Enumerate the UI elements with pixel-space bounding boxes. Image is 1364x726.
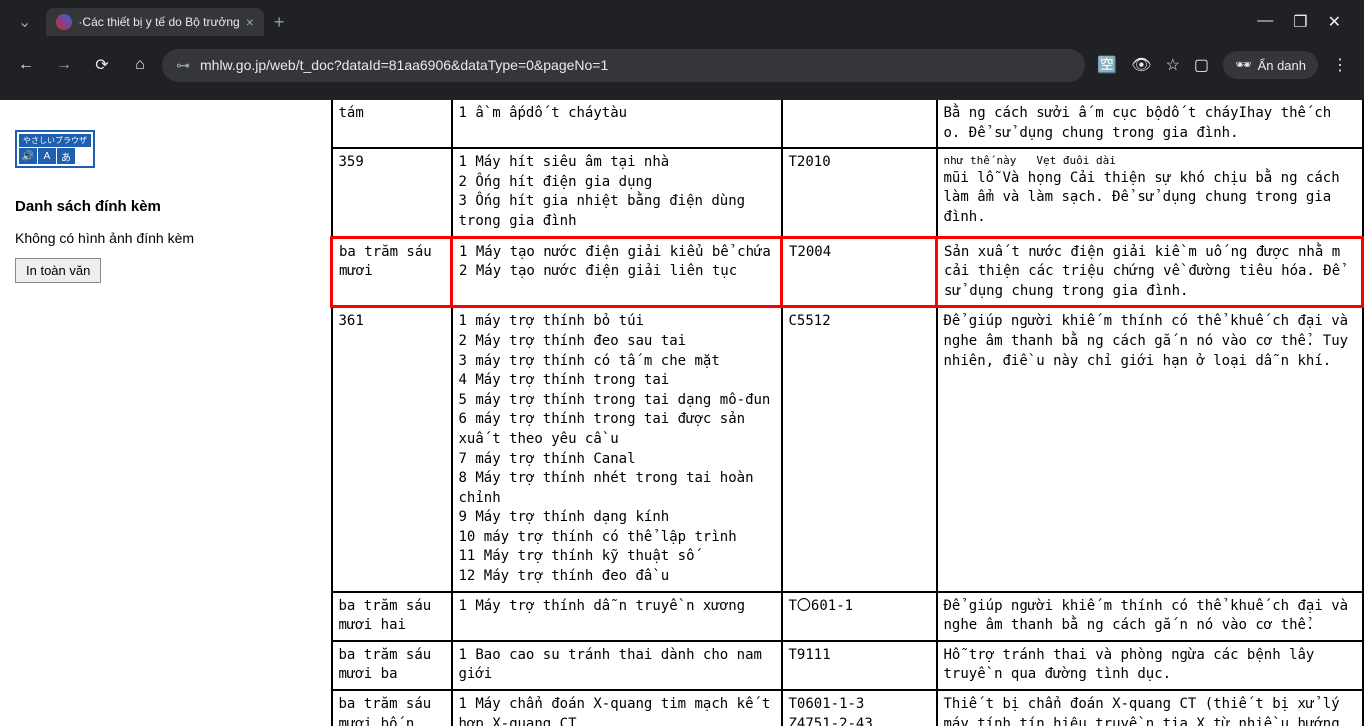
row-description: Để giúp người khiế m thính có thể khuế c… [937, 307, 1363, 592]
tab-favicon [56, 14, 72, 30]
window-controls: — ❐ ✕ [1257, 12, 1356, 32]
desc-annotation: như thế nàyVẹt đuôi dài [944, 153, 1356, 168]
row-description: như thế nàyVẹt đuôi dàimũi lỗ Và họng Cả… [937, 148, 1363, 237]
row-code: T0601-1-3 Z4751-2-43 Z4751-2-44 [782, 690, 937, 726]
reload-button[interactable]: ⟳ [86, 49, 118, 81]
tab-close-icon[interactable]: × [246, 14, 254, 30]
row-description: Bằ ng cách sưởi ấ m cục bộdố t cháyIhay … [937, 100, 1363, 148]
close-icon[interactable]: ✕ [1328, 12, 1341, 32]
row-code: T2010 [782, 148, 937, 237]
row-name: 1 Máy tạo nước điện giải kiểu bể chứa 2 … [452, 237, 782, 307]
row-description: Thiế t bị chẩn đoán X-quang CT (thiế t b… [937, 690, 1363, 726]
badge-label: やさしいブラウザ [19, 134, 91, 147]
incognito-label: Ẩn danh [1258, 58, 1306, 73]
address-bar: ← → ⟳ ⌂ ⊶ mhlw.go.jp/web/t_doc?dataId=81… [0, 40, 1364, 90]
row-name: 1 Bao cao su tránh thai dành cho nam giớ… [452, 641, 782, 690]
row-name: 1 Máy trợ thính dẫ n truyề n xương [452, 592, 782, 641]
tab-bar: ⌄ ·Các thiết bị y tế do Bộ trưởng × + — … [0, 0, 1364, 40]
url-bar[interactable]: ⊶ mhlw.go.jp/web/t_doc?dataId=81aa6906&d… [162, 49, 1085, 82]
row-description: Sản xuấ t nước điện giải kiề m uố ng đượ… [937, 237, 1363, 307]
url-text: mhlw.go.jp/web/t_doc?dataId=81aa6906&dat… [200, 57, 608, 73]
table-row: ba trăm sáu mươi hai1 Máy trợ thính dẫ n… [332, 592, 1363, 641]
accessibility-badge[interactable]: やさしいブラウザ 🔊 A あ [15, 130, 95, 168]
table-row: 3591 Máy hít siêu âm tại nhà 2 Ống hít đ… [332, 148, 1363, 237]
row-id: ba trăm sáu mươi hai [332, 592, 452, 641]
row-name: 1 Máy hít siêu âm tại nhà 2 Ống hít điện… [452, 148, 782, 237]
row-id: 359 [332, 148, 452, 237]
table-row: tám1 ầ m ấpdố t cháytàu Bằ ng cách sưởi ấ… [332, 100, 1363, 148]
tab-title: ·Các thiết bị y tế do Bộ trưởng [78, 15, 239, 29]
site-info-icon[interactable]: ⊶ [176, 57, 190, 74]
incognito-badge[interactable]: 🕶 Ẩn danh [1223, 51, 1318, 79]
row-code [782, 100, 937, 148]
row-description: Để giúp người khiế m thính có thể khuế c… [937, 592, 1363, 641]
content-area: やさしいブラウザ 🔊 A あ Danh sách đính kèm Không … [0, 100, 1364, 726]
sidebar-no-attachments: Không có hình ảnh đính kèm [15, 230, 315, 246]
row-description: Hỗ trợ tránh thai và phòng ngừa các bệnh… [937, 641, 1363, 690]
row-id: ba trăm sáu mươi ba [332, 641, 452, 690]
row-id: 361 [332, 307, 452, 592]
jp-icon: あ [57, 148, 75, 164]
row-code: T9111 [782, 641, 937, 690]
row-name: 1 ầ m ấpdố t cháytàu [452, 100, 782, 148]
main-content[interactable]: tám1 ầ m ấpdố t cháytàu Bằ ng cách sưởi ấ… [330, 100, 1364, 726]
back-button[interactable]: ← [10, 50, 42, 80]
row-code: C5512 [782, 307, 937, 592]
row-id: ba trăm sáu mươi [332, 237, 452, 307]
table-row: 3611 máy trợ thính bỏ túi 2 Máy trợ thín… [332, 307, 1363, 592]
bookmark-icon[interactable]: ☆ [1166, 55, 1180, 75]
forward-button[interactable]: → [48, 50, 80, 80]
home-button[interactable]: ⌂ [124, 50, 156, 80]
translate-icon[interactable]: 🈳 [1097, 55, 1117, 75]
eye-off-icon[interactable]: 👁 [1131, 55, 1151, 75]
maximize-icon[interactable]: ❐ [1293, 12, 1307, 32]
incognito-icon: 🕶 [1235, 57, 1252, 73]
data-table: tám1 ầ m ấpdố t cháytàu Bằ ng cách sưởi ấ… [330, 100, 1364, 726]
table-row: ba trăm sáu mươi1 Máy tạo nước điện giải… [332, 237, 1363, 307]
browser-chrome: ⌄ ·Các thiết bị y tế do Bộ trưởng × + — … [0, 0, 1364, 100]
table-row: ba trăm sáu mươi ba1 Bao cao su tránh th… [332, 641, 1363, 690]
row-id: tám [332, 100, 452, 148]
row-name: 1 Máy chẩn đoán X-quang tim mạch kế t hợ… [452, 690, 782, 726]
row-code: T〇601-1 [782, 592, 937, 641]
sidebar: やさしいブラウザ 🔊 A あ Danh sách đính kèm Không … [0, 100, 330, 726]
toolbar-right: 🈳 👁 ☆ ▢ 🕶 Ẩn danh ⋮ [1091, 51, 1354, 79]
audio-icon: 🔊 [19, 148, 37, 164]
table-row: ba trăm sáu mươi bố n1 Máy chẩn đoán X-q… [332, 690, 1363, 726]
print-button[interactable]: In toàn văn [15, 258, 101, 283]
sidebar-heading: Danh sách đính kèm [15, 198, 315, 215]
new-tab-button[interactable]: + [264, 8, 295, 37]
side-panel-icon[interactable]: ▢ [1194, 55, 1209, 75]
text-icon: A [38, 148, 56, 164]
row-id: ba trăm sáu mươi bố n [332, 690, 452, 726]
tab-list-dropdown[interactable]: ⌄ [8, 12, 41, 32]
menu-icon[interactable]: ⋮ [1332, 55, 1348, 75]
minimize-icon[interactable]: — [1257, 12, 1273, 32]
row-name: 1 máy trợ thính bỏ túi 2 Máy trợ thính đ… [452, 307, 782, 592]
browser-tab[interactable]: ·Các thiết bị y tế do Bộ trưởng × [46, 8, 264, 36]
row-code: T2004 [782, 237, 937, 307]
